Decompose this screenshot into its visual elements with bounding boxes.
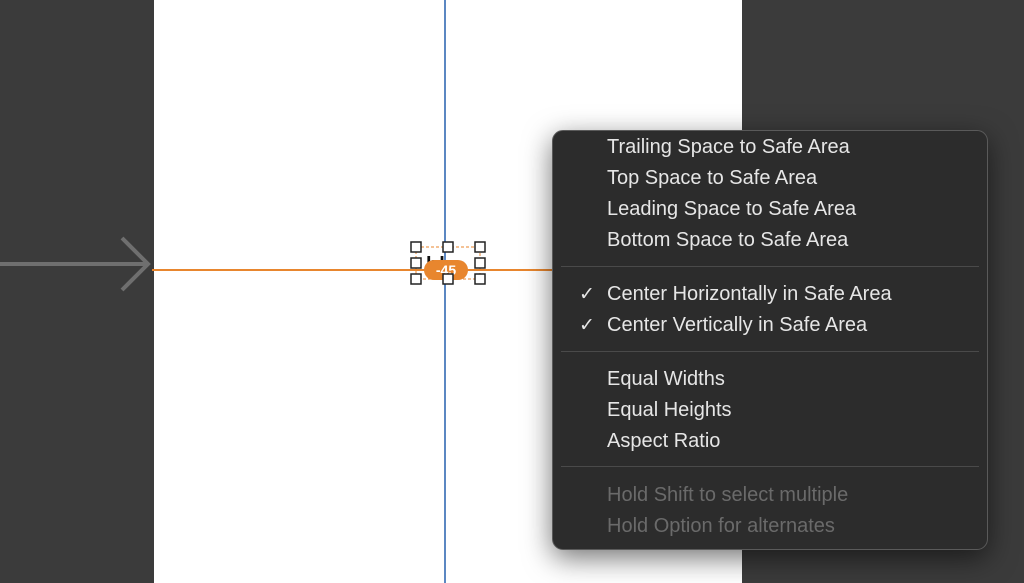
menu-hint-option-alternates: Hold Option for alternates: [553, 511, 987, 542]
menu-item-aspect-ratio[interactable]: Aspect Ratio: [553, 426, 987, 457]
menu-item-label: Trailing Space to Safe Area: [607, 136, 850, 158]
constraint-context-menu: Trailing Space to Safe Area Top Space to…: [552, 130, 988, 550]
menu-item-label: Bottom Space to Safe Area: [607, 229, 849, 251]
resize-handle[interactable]: [474, 257, 486, 269]
menu-item-label: Center Vertically in Safe Area: [607, 314, 868, 336]
vertical-center-guide: [444, 0, 446, 583]
menu-item-trailing-space[interactable]: Trailing Space to Safe Area: [553, 132, 987, 163]
menu-hint-shift-select: Hold Shift to select multiple: [553, 480, 987, 511]
menu-item-label: Equal Widths: [607, 368, 725, 390]
resize-handle[interactable]: [474, 241, 486, 253]
resize-handle[interactable]: [410, 273, 422, 285]
resize-handle[interactable]: [410, 241, 422, 253]
menu-item-bottom-space[interactable]: Bottom Space to Safe Area: [553, 225, 987, 256]
checkmark-icon: ✓: [579, 315, 595, 336]
menu-item-label: Aspect Ratio: [607, 430, 721, 452]
initial-view-controller-arrow-icon: [0, 236, 151, 292]
menu-separator: [561, 466, 979, 467]
resize-handle[interactable]: [410, 257, 422, 269]
interface-builder-workspace: ble -45 Trailing Space to Safe Area Top …: [0, 0, 1024, 583]
menu-separator: [561, 351, 979, 352]
menu-separator: [561, 266, 979, 267]
menu-hint-label: Hold Option for alternates: [607, 515, 835, 537]
menu-item-label: Top Space to Safe Area: [607, 167, 818, 189]
selection-handles[interactable]: [410, 241, 486, 285]
resize-handle[interactable]: [474, 273, 486, 285]
menu-item-center-vertically[interactable]: ✓ Center Vertically in Safe Area: [553, 310, 987, 341]
menu-hint-label: Hold Shift to select multiple: [607, 484, 849, 506]
horizontal-center-guide: [152, 269, 554, 271]
selected-label-view[interactable]: ble -45: [410, 241, 486, 285]
checkmark-icon: ✓: [579, 284, 595, 305]
menu-item-equal-heights[interactable]: Equal Heights: [553, 395, 987, 426]
menu-item-leading-space[interactable]: Leading Space to Safe Area: [553, 194, 987, 225]
resize-handle[interactable]: [442, 273, 454, 285]
menu-item-top-space[interactable]: Top Space to Safe Area: [553, 163, 987, 194]
menu-item-label: Equal Heights: [607, 399, 732, 421]
menu-item-label: Leading Space to Safe Area: [607, 198, 857, 220]
resize-handle[interactable]: [442, 241, 454, 253]
menu-item-label: Center Horizontally in Safe Area: [607, 283, 892, 305]
menu-item-equal-widths[interactable]: Equal Widths: [553, 364, 987, 395]
menu-item-center-horizontally[interactable]: ✓ Center Horizontally in Safe Area: [553, 279, 987, 310]
